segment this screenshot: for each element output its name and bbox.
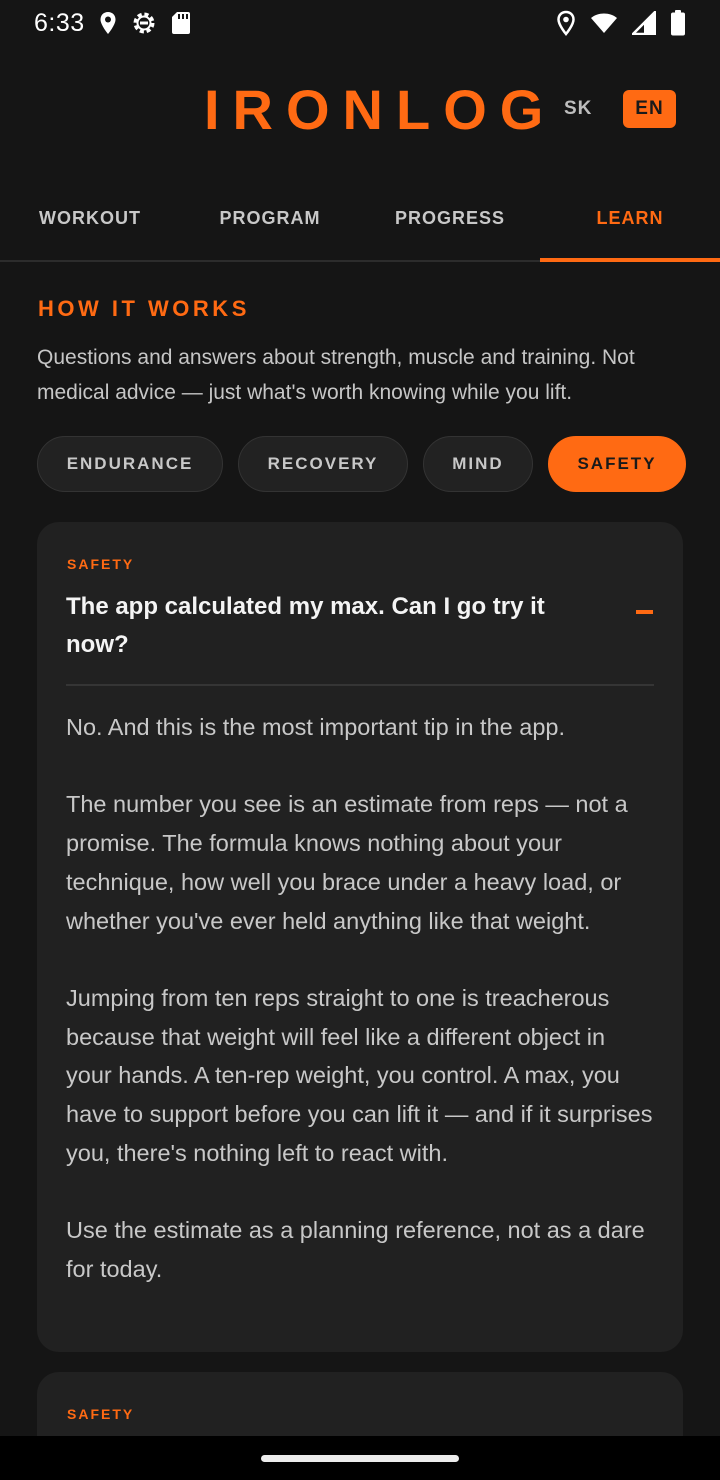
main-tabs: WORKOUT PROGRAM PROGRESS LEARN — [0, 176, 720, 262]
collapse-icon[interactable] — [636, 610, 653, 614]
faq-answer: No. And this is the most important tip i… — [66, 708, 656, 1289]
wifi-icon — [590, 12, 618, 34]
tab-workout[interactable]: WORKOUT — [0, 176, 180, 260]
settings-gear-icon — [131, 10, 157, 36]
sd-card-icon — [171, 11, 191, 35]
language-sk-button[interactable]: SK — [564, 98, 592, 120]
section-title: HOW IT WORKS — [38, 296, 250, 321]
filter-chip-safety[interactable]: SAFETY — [548, 436, 686, 492]
answer-paragraph: No. And this is the most important tip i… — [66, 714, 565, 740]
category-filters: ENDURANCE RECOVERY MIND SAFETY — [37, 436, 686, 492]
tab-progress[interactable]: PROGRESS — [360, 176, 540, 260]
divider — [66, 684, 654, 686]
faq-question[interactable]: The app calculated my max. Can I go try … — [66, 588, 596, 664]
home-gesture-handle[interactable] — [261, 1455, 459, 1462]
tab-program[interactable]: PROGRAM — [180, 176, 360, 260]
cell-signal-icon — [632, 11, 656, 35]
filter-chip-recovery[interactable]: RECOVERY — [238, 436, 408, 492]
faq-category-tag: SAFETY — [67, 1406, 135, 1422]
location-icon — [556, 10, 576, 36]
answer-paragraph: Jumping from ten reps straight to one is… — [66, 984, 653, 1166]
app-header: IRONLOG SK EN — [0, 60, 720, 160]
app-logo: IRONLOG — [204, 78, 557, 141]
status-time: 6:33 — [34, 8, 85, 37]
system-nav-bar — [0, 1436, 720, 1480]
answer-paragraph: Use the estimate as a planning reference… — [66, 1217, 645, 1282]
filter-chip-endurance[interactable]: ENDURANCE — [37, 436, 223, 492]
location-icon — [99, 11, 117, 35]
answer-paragraph: The number you see is an estimate from r… — [66, 791, 628, 934]
battery-icon — [670, 10, 686, 36]
filter-chip-mind[interactable]: MIND — [423, 436, 533, 492]
status-bar: 6:33 — [0, 0, 720, 46]
section-description: Questions and answers about strength, mu… — [37, 346, 635, 404]
tab-learn[interactable]: LEARN — [540, 176, 720, 262]
faq-card: SAFETY The app calculated my max. Can I … — [37, 522, 683, 1352]
faq-category-tag: SAFETY — [67, 556, 135, 572]
language-en-button[interactable]: EN — [623, 90, 676, 128]
